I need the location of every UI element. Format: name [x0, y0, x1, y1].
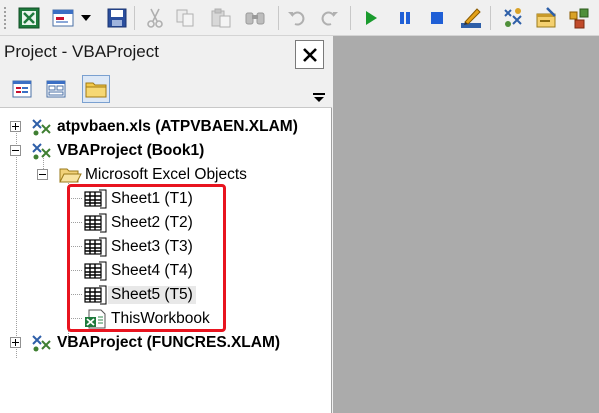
tree-item-vbaproject-funcres[interactable]: VBAProject (FUNCRES.XLAM) — [30, 332, 283, 354]
open-folder-icon — [59, 168, 82, 183]
toolbar-separator — [134, 6, 135, 30]
project-explorer-icon — [504, 8, 522, 27]
plus-icon — [12, 123, 19, 130]
insert-userform-button[interactable] — [50, 5, 76, 31]
copy-button[interactable] — [172, 5, 198, 31]
plus-icon — [12, 339, 19, 346]
break-button[interactable] — [392, 5, 418, 31]
minus-icon — [12, 150, 19, 151]
pane-scroll-arrow[interactable] — [311, 90, 327, 106]
reset-icon — [431, 12, 443, 24]
find-icon — [245, 12, 265, 25]
highlight-box — [67, 184, 226, 332]
view-object-button[interactable] — [42, 75, 70, 103]
copy-icon — [176, 9, 194, 27]
expand-toggle[interactable] — [10, 121, 21, 132]
tree-connector — [16, 133, 17, 358]
tree-item-label: VBAProject (Book1) — [57, 142, 205, 159]
tree-item-label: VBAProject (FUNCRES.XLAM) — [57, 334, 281, 351]
properties-window-button[interactable] — [534, 5, 560, 31]
collapse-toggle[interactable] — [37, 169, 48, 180]
pane-toolbar — [0, 70, 332, 108]
run-icon — [366, 11, 377, 25]
toolbar-separator — [490, 6, 491, 30]
insert-userform-icon — [52, 9, 74, 27]
cut-button[interactable] — [142, 5, 168, 31]
toolbar-grip[interactable] — [3, 6, 7, 30]
view-object-icon — [46, 80, 66, 98]
pane-title-bar: Project - VBAProject — [0, 36, 332, 70]
excel-view-icon — [18, 7, 40, 29]
object-browser-button[interactable] — [566, 5, 592, 31]
object-browser-icon — [569, 8, 589, 29]
design-mode-icon — [461, 8, 481, 28]
vba-project-icon — [32, 143, 51, 160]
project-explorer-button[interactable] — [500, 5, 526, 31]
vba-project-icon — [32, 119, 51, 136]
toolbar-separator — [350, 6, 351, 30]
expand-toggle[interactable] — [10, 337, 21, 348]
excel-view-button[interactable] — [16, 5, 42, 31]
view-code-button[interactable] — [8, 75, 36, 103]
paste-button[interactable] — [208, 5, 234, 31]
folder-icon — [85, 82, 107, 98]
minus-icon — [39, 174, 46, 175]
save-button[interactable] — [104, 5, 130, 31]
tree-item-vbaproject-book1[interactable]: VBAProject (Book1) — [30, 140, 207, 162]
redo-button[interactable] — [316, 5, 342, 31]
chevron-down-icon — [313, 93, 325, 102]
main-toolbar — [0, 0, 599, 36]
code-workspace — [333, 36, 599, 413]
undo-button[interactable] — [284, 5, 310, 31]
tree-item-label: Microsoft Excel Objects — [85, 166, 247, 183]
tree-item-label: atpvbaen.xls (ATPVBAEN.XLAM) — [57, 118, 298, 135]
find-button[interactable] — [242, 5, 268, 31]
design-mode-button[interactable] — [458, 5, 484, 31]
dropdown-arrow-icon — [81, 15, 91, 21]
close-button[interactable] — [295, 40, 324, 69]
close-icon — [302, 47, 317, 62]
paste-icon — [211, 8, 231, 28]
tree-item-atpvbaen[interactable]: atpvbaen.xls (ATPVBAEN.XLAM) — [30, 116, 301, 138]
collapse-toggle[interactable] — [10, 145, 21, 156]
vba-project-icon — [32, 335, 51, 352]
undo-icon — [288, 11, 305, 26]
save-icon — [107, 8, 127, 28]
insert-dropdown-button[interactable] — [78, 5, 94, 31]
view-code-icon — [12, 80, 32, 98]
cut-icon — [147, 8, 163, 28]
redo-icon — [321, 11, 338, 26]
pane-title: Project - VBAProject — [4, 42, 159, 61]
toolbar-separator — [278, 6, 279, 30]
properties-window-icon — [536, 7, 556, 28]
reset-button[interactable] — [424, 5, 450, 31]
tree-item-excel-objects-folder[interactable]: Microsoft Excel Objects — [58, 164, 250, 186]
break-icon — [400, 12, 410, 24]
toggle-folders-button[interactable] — [82, 75, 110, 103]
run-button[interactable] — [358, 5, 384, 31]
